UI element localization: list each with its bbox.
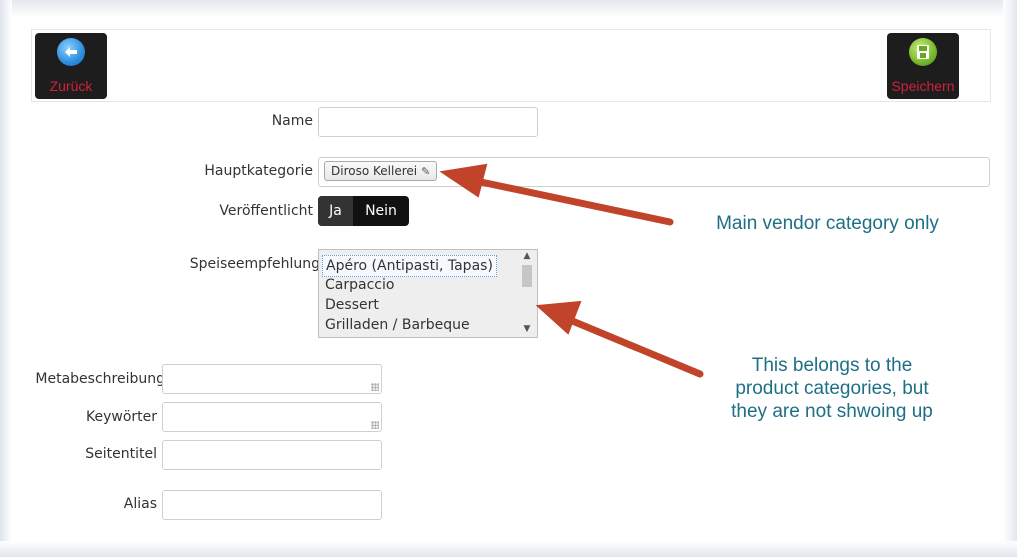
- alias-label: Alias: [123, 496, 157, 512]
- food-pairing-label: Speiseempfehlung: [189, 256, 320, 272]
- category-tag[interactable]: Diroso Kellerei ✎: [324, 161, 438, 181]
- resize-handle-icon[interactable]: [371, 383, 379, 391]
- food-pairing-option[interactable]: Carpaccio: [325, 275, 394, 295]
- name-input[interactable]: [318, 107, 538, 137]
- page-title-label: Seitentitel: [85, 446, 157, 462]
- published-label: Veröffentlicht: [219, 203, 313, 219]
- resize-handle-icon[interactable]: [371, 421, 379, 429]
- annotation-note-2-line-2: product categories, but: [735, 378, 929, 399]
- floppy-disk-icon: [909, 38, 937, 66]
- paper-edge-bottom: [0, 541, 1017, 557]
- pencil-icon[interactable]: ✎: [421, 165, 430, 178]
- annotation-note-1: Main vendor category only: [716, 213, 939, 234]
- annotation-arrow-2: [554, 311, 704, 378]
- main-category-label: Hauptkategorie: [204, 163, 313, 179]
- scrollbar-thumb[interactable]: [522, 265, 532, 287]
- listbox-scrollbar[interactable]: ▲ ▼: [520, 251, 534, 336]
- annotation-note-2-line-1: This belongs to the: [751, 355, 913, 376]
- annotation-arrowhead-2: [535, 300, 582, 335]
- keywords-label: Keywörter: [85, 409, 157, 425]
- save-button[interactable]: Speichern: [887, 33, 959, 99]
- save-button-label: Speichern: [891, 78, 955, 94]
- annotation-note-2-line-3: they are not shwoing up: [731, 401, 933, 422]
- chevron-down-icon[interactable]: ▼: [520, 324, 534, 336]
- chevron-up-icon[interactable]: ▲: [520, 251, 534, 263]
- food-pairing-option[interactable]: Grilladen / Barbeque: [325, 315, 470, 335]
- published-toggle[interactable]: Ja Nein: [318, 196, 409, 226]
- name-label: Name: [271, 113, 313, 129]
- food-pairing-option[interactable]: Apéro (Antipasti, Tapas): [322, 255, 497, 277]
- alias-input[interactable]: [162, 490, 382, 520]
- keywords-textarea[interactable]: [162, 402, 382, 432]
- category-tag-label: Diroso Kellerei: [331, 164, 418, 178]
- paper-edge-right: [1003, 0, 1017, 557]
- food-pairing-option[interactable]: Dessert: [325, 295, 379, 315]
- meta-description-textarea[interactable]: [162, 364, 382, 394]
- back-button-label: Zurück: [49, 78, 93, 94]
- food-pairing-listbox[interactable]: Apéro (Antipasti, Tapas) Carpaccio Desse…: [318, 249, 538, 338]
- page-title-input[interactable]: [162, 440, 382, 470]
- meta-description-label: Metabeschreibung: [35, 371, 165, 387]
- arrow-left-circle-icon: [57, 38, 85, 66]
- published-yes-option[interactable]: Ja: [318, 196, 353, 226]
- annotation-note-2: This belongs to the product categories, …: [702, 354, 962, 423]
- paper-edge-left: [0, 0, 12, 557]
- published-no-option[interactable]: Nein: [353, 196, 409, 226]
- back-button[interactable]: Zurück: [35, 33, 107, 99]
- paper-edge-top: [0, 0, 1017, 18]
- toolbar: Zurück Speichern: [31, 29, 991, 102]
